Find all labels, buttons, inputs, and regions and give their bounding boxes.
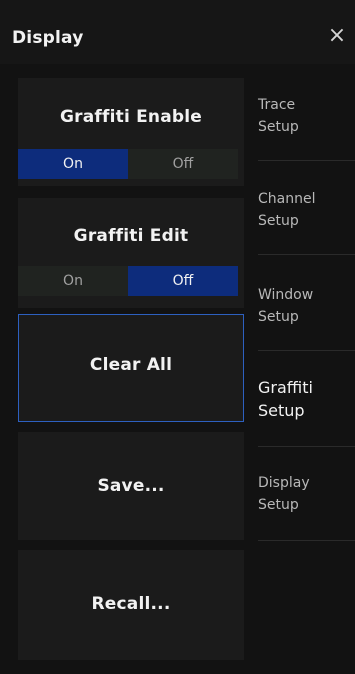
panel-title: Display	[12, 28, 84, 48]
tab-divider	[258, 540, 355, 541]
display-panel: Display × Graffiti Enable On Off Graffit…	[0, 0, 355, 674]
tab-trace-setup[interactable]: Trace Setup	[258, 94, 355, 138]
graffiti-edit-on-option[interactable]: On	[18, 266, 128, 296]
graffiti-enable-card: Graffiti Enable On Off	[18, 78, 244, 186]
tab-channel-setup[interactable]: Channel Setup	[258, 188, 355, 232]
graffiti-enable-toggle[interactable]: On Off	[18, 149, 238, 179]
tab-display-setup-line2: Setup	[258, 497, 299, 513]
tab-window-setup[interactable]: Window Setup	[258, 284, 355, 328]
graffiti-enable-off-option[interactable]: Off	[128, 149, 238, 179]
graffiti-enable-on-label: On	[63, 156, 83, 172]
panel-header: Display ×	[0, 0, 355, 64]
save-label: Save...	[97, 476, 165, 496]
save-button[interactable]: Save...	[18, 432, 244, 540]
tab-divider	[258, 446, 355, 447]
tab-trace-setup-line1: Trace	[258, 97, 296, 113]
graffiti-enable-off-label: Off	[172, 156, 194, 172]
tab-window-setup-line2: Setup	[258, 309, 299, 325]
tab-display-setup[interactable]: Display Setup	[258, 472, 355, 516]
clear-all-button[interactable]: Clear All	[18, 314, 244, 422]
graffiti-edit-toggle[interactable]: On Off	[18, 266, 238, 296]
tab-divider	[258, 254, 355, 255]
tab-trace-setup-line2: Setup	[258, 119, 299, 135]
close-icon[interactable]: ×	[323, 22, 351, 50]
graffiti-enable-on-option[interactable]: On	[18, 149, 128, 179]
tab-channel-setup-line2: Setup	[258, 213, 299, 229]
tab-channel-setup-line1: Channel	[258, 191, 316, 207]
graffiti-edit-title: Graffiti Edit	[73, 226, 189, 246]
graffiti-edit-off-option[interactable]: Off	[128, 266, 238, 296]
tab-graffiti-setup-line2: Setup	[258, 401, 305, 420]
recall-label: Recall...	[91, 594, 171, 614]
recall-button[interactable]: Recall...	[18, 550, 244, 660]
clear-all-label: Clear All	[89, 355, 173, 375]
graffiti-edit-on-label: On	[63, 273, 83, 289]
close-icon-glyph: ×	[327, 23, 347, 48]
graffiti-edit-off-label: Off	[172, 273, 194, 289]
tab-display-setup-line1: Display	[258, 475, 310, 491]
tab-window-setup-line1: Window	[258, 287, 314, 303]
tab-divider	[258, 350, 355, 351]
graffiti-enable-title: Graffiti Enable	[59, 107, 202, 127]
tab-divider	[258, 160, 355, 161]
graffiti-edit-card: Graffiti Edit On Off	[18, 198, 244, 308]
tab-graffiti-setup[interactable]: Graffiti Setup	[258, 376, 355, 422]
tab-graffiti-setup-line1: Graffiti	[258, 378, 313, 397]
